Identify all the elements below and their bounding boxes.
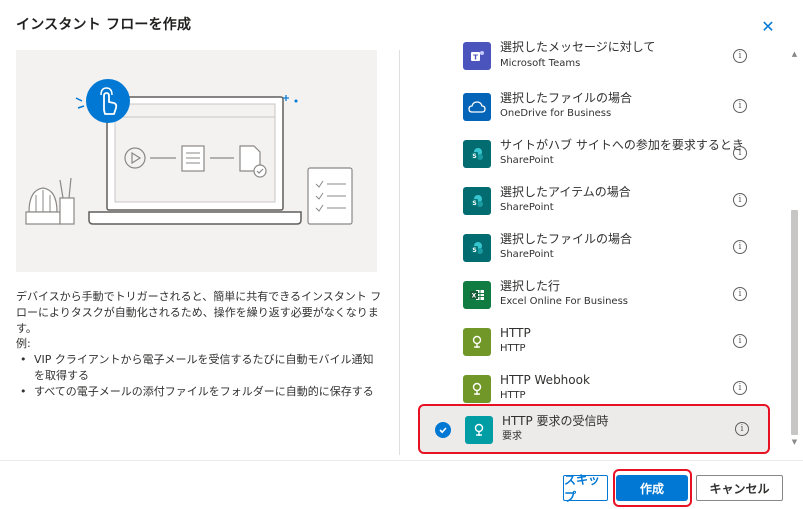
info-icon[interactable]: i <box>733 193 747 207</box>
request-icon <box>465 416 493 444</box>
trigger-name: 選択したファイルの場合 <box>500 232 633 246</box>
info-icon[interactable]: i <box>733 240 747 254</box>
svg-text:X: X <box>472 293 477 300</box>
trigger-connector: Microsoft Teams <box>500 58 581 69</box>
scroll-down-icon[interactable]: ▼ <box>790 438 799 447</box>
http-icon <box>463 328 491 356</box>
trigger-item-onedrive-file[interactable]: 選択したファイルの場合 OneDrive for Business i <box>418 83 770 130</box>
trigger-item-teams-message[interactable]: T 選択したメッセージに対して Microsoft Teams i <box>418 30 770 77</box>
teams-icon: T <box>463 42 491 70</box>
trigger-connector: 要求 <box>502 431 522 442</box>
trigger-connector: SharePoint <box>500 249 554 260</box>
example-heading: 例: <box>16 337 31 350</box>
trigger-name: サイトがハブ サイトへの参加を要求するとき <box>500 138 744 152</box>
info-icon[interactable]: i <box>733 146 747 160</box>
sharepoint-icon: S <box>463 140 491 168</box>
checkmark-icon <box>435 422 451 438</box>
trigger-connector: HTTP <box>500 343 526 354</box>
trigger-name: 選択した行 <box>500 279 561 293</box>
trigger-connector: SharePoint <box>500 202 554 213</box>
example-list: VIP クライアントから電子メールを受信するたびに自動モバイル通知を取得する す… <box>16 352 384 400</box>
trigger-name: HTTP 要求の受信時 <box>502 414 609 428</box>
flow-description: デバイスから手動でトリガーされると、簡単に共有できるインスタント フローによりタ… <box>16 290 382 335</box>
info-icon[interactable]: i <box>733 49 747 63</box>
info-icon[interactable]: i <box>733 334 747 348</box>
http-icon <box>463 375 491 403</box>
dialog-title: インスタント フローを作成 <box>16 17 192 33</box>
hero-illustration <box>16 50 377 272</box>
trigger-name: 選択したファイルの場合 <box>500 91 633 105</box>
info-icon[interactable]: i <box>733 99 747 113</box>
sharepoint-icon: S <box>463 234 491 262</box>
trigger-connector: HTTP <box>500 390 526 401</box>
cancel-button[interactable]: キャンセル <box>696 475 783 501</box>
info-icon[interactable]: i <box>735 422 749 436</box>
trigger-item-sharepoint-selected-item[interactable]: S 選択したアイテムの場合 SharePoint i <box>418 177 770 224</box>
trigger-item-sharepoint-selected-file[interactable]: S 選択したファイルの場合 SharePoint i <box>418 224 770 271</box>
svg-text:S: S <box>472 247 476 254</box>
trigger-connector: SharePoint <box>500 155 554 166</box>
trigger-item-http[interactable]: HTTP HTTP i <box>418 318 770 365</box>
trigger-name: HTTP Webhook <box>500 373 590 387</box>
excel-icon: X <box>463 281 491 309</box>
example-item: すべての電子メールの添付ファイルをフォルダーに自動的に保存する <box>16 384 384 400</box>
example-item: VIP クライアントから電子メールを受信するたびに自動モバイル通知を取得する <box>16 352 384 384</box>
trigger-item-excel-selected-row[interactable]: X 選択した行 Excel Online For Business i <box>418 271 770 318</box>
svg-text:S: S <box>472 153 476 160</box>
trigger-item-http-request-received[interactable]: HTTP 要求の受信時 要求 i <box>418 404 770 454</box>
info-icon[interactable]: i <box>733 287 747 301</box>
trigger-item-sharepoint-hub-join[interactable]: S サイトがハブ サイトへの参加を要求するとき SharePoint i <box>418 130 770 177</box>
trigger-name: 選択したアイテムの場合 <box>500 185 631 199</box>
trigger-list-scrollbar[interactable]: ▲ ▼ <box>790 50 799 450</box>
skip-button[interactable]: スキップ <box>563 473 608 504</box>
trigger-connector: Excel Online For Business <box>500 296 629 307</box>
trigger-list[interactable]: T 選択したメッセージに対して Microsoft Teams i 選択したファ… <box>418 30 770 455</box>
svg-text:S: S <box>472 200 476 207</box>
trigger-connector: OneDrive for Business <box>500 108 612 119</box>
trigger-name: HTTP <box>500 326 531 340</box>
scroll-up-icon[interactable]: ▲ <box>790 50 799 59</box>
scroll-thumb[interactable] <box>791 210 798 435</box>
sharepoint-icon: S <box>463 187 491 215</box>
svg-text:T: T <box>473 54 478 62</box>
footer-divider <box>0 460 803 461</box>
trigger-name: 選択したメッセージに対して <box>500 40 656 54</box>
info-icon[interactable]: i <box>733 381 747 395</box>
onedrive-icon <box>463 93 491 121</box>
panel-divider <box>399 50 400 455</box>
create-button[interactable]: 作成 <box>616 475 688 501</box>
